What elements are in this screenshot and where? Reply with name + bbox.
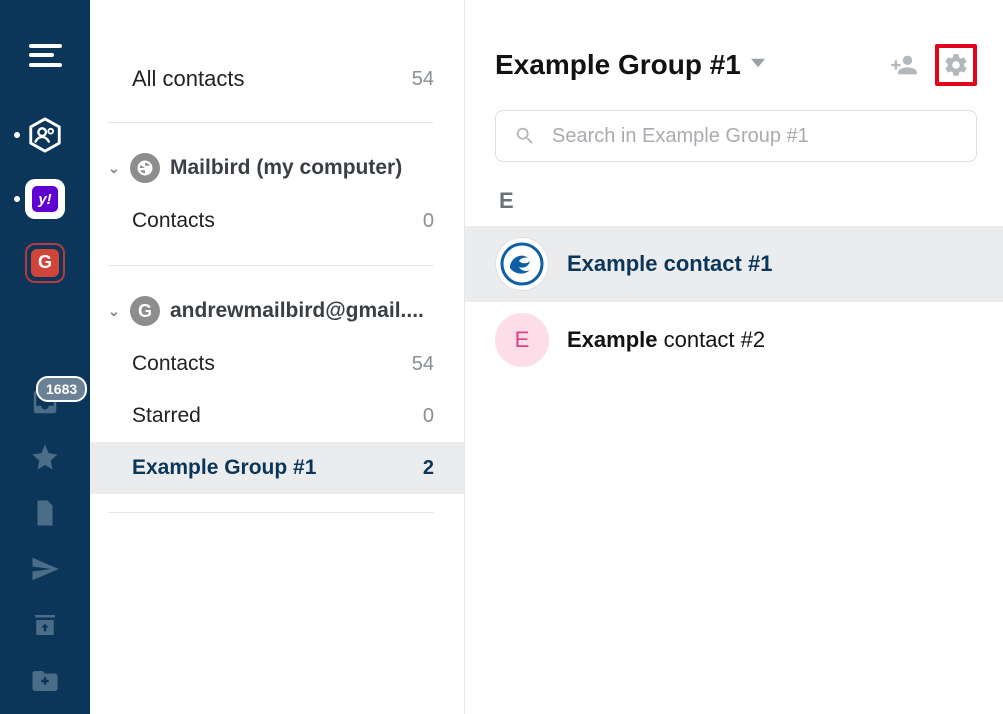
avatar-letter: E xyxy=(515,327,530,353)
mailbird-account-icon xyxy=(130,153,160,183)
caret-down-icon xyxy=(751,56,765,75)
sidebar-all-contacts[interactable]: All contacts 54 xyxy=(90,54,464,104)
send-icon xyxy=(30,554,60,584)
sidebar-item-label: Contacts xyxy=(132,209,215,233)
active-dot-icon xyxy=(14,132,20,138)
google-icon: G xyxy=(31,249,59,277)
rail-sent[interactable] xyxy=(22,546,68,592)
sidebar-item-label: Example Group #1 xyxy=(132,456,316,480)
mailbird-account-label: Mailbird (my computer) xyxy=(170,156,434,180)
sidebar-item-count: 0 xyxy=(423,405,434,428)
rail-account-contacts[interactable] xyxy=(25,115,65,155)
unread-badge: 1683 xyxy=(36,376,87,402)
contact-row[interactable]: E Example contact #2 xyxy=(465,302,1003,378)
sidebar-item-label: Contacts xyxy=(132,352,215,376)
search-icon xyxy=(514,125,536,147)
gear-icon xyxy=(943,51,969,79)
archive-icon xyxy=(30,610,60,640)
contact-list: Example contact #1 E Example contact #2 xyxy=(465,226,1003,378)
star-icon xyxy=(30,442,60,472)
rail-starred[interactable] xyxy=(22,434,68,480)
sidebar-gmail-contacts[interactable]: Contacts 54 xyxy=(90,338,464,390)
all-contacts-label: All contacts xyxy=(132,66,245,92)
sidebar-mailbird-contacts[interactable]: Contacts 0 xyxy=(90,195,464,247)
rail-drafts[interactable] xyxy=(22,490,68,536)
sidebar-item-count: 0 xyxy=(423,210,434,233)
main-actions xyxy=(883,44,977,86)
contact-row[interactable]: Example contact #1 xyxy=(465,226,1003,302)
sidebar-item-count: 54 xyxy=(412,353,434,376)
section-letter: E xyxy=(495,188,977,214)
chevron-down-icon: ⌄ xyxy=(108,160,120,177)
all-contacts-count: 54 xyxy=(412,68,434,91)
rail-inbox[interactable]: 1683 xyxy=(22,379,68,425)
contact-avatar: E xyxy=(495,313,549,367)
group-title-dropdown[interactable]: Example Group #1 xyxy=(495,49,765,81)
sidebar-item-label: Starred xyxy=(132,404,201,428)
contacts-hex-icon xyxy=(26,116,64,154)
thunderbird-icon xyxy=(500,242,544,286)
contact-name: Example contact #1 xyxy=(567,251,772,277)
sidebar-account-mailbird[interactable]: ⌄ Mailbird (my computer) xyxy=(90,141,464,195)
svg-text:y!: y! xyxy=(37,191,51,208)
chevron-down-icon: ⌄ xyxy=(108,303,120,320)
contact-name: Example contact #2 xyxy=(567,327,765,353)
group-title: Example Group #1 xyxy=(495,49,741,81)
group-settings-button[interactable] xyxy=(935,44,977,86)
rail-archive[interactable] xyxy=(22,602,68,648)
contact-avatar xyxy=(495,237,549,291)
menu-button[interactable] xyxy=(29,44,62,67)
yahoo-icon: y! xyxy=(32,186,58,212)
file-icon xyxy=(30,498,60,528)
divider xyxy=(108,265,434,266)
contacts-sidebar: All contacts 54 ⌄ Mailbird (my computer)… xyxy=(90,0,464,714)
gmail-account-label: andrewmailbird@gmail.... xyxy=(170,299,434,323)
folder-plus-icon xyxy=(30,666,60,696)
search-box[interactable] xyxy=(495,110,977,162)
divider xyxy=(108,512,434,513)
sidebar-gmail-example-group[interactable]: Example Group #1 2 xyxy=(90,442,464,494)
divider xyxy=(108,122,434,123)
gmail-account-icon: G xyxy=(130,296,160,326)
active-dot-icon xyxy=(14,196,20,202)
add-contact-button[interactable] xyxy=(883,44,925,86)
search-input[interactable] xyxy=(552,125,958,148)
add-person-icon xyxy=(890,51,918,79)
main-header: Example Group #1 xyxy=(495,44,977,86)
rail-account-yahoo[interactable]: y! xyxy=(25,179,65,219)
sidebar-account-gmail[interactable]: ⌄ G andrewmailbird@gmail.... xyxy=(90,284,464,338)
app-rail: y! G 1683 xyxy=(0,0,90,714)
main-pane: Example Group #1 E xyxy=(464,0,1003,714)
rail-account-google[interactable]: G xyxy=(25,243,65,283)
rail-add-folder[interactable] xyxy=(22,658,68,704)
sidebar-gmail-starred[interactable]: Starred 0 xyxy=(90,390,464,442)
sidebar-item-count: 2 xyxy=(423,457,434,480)
